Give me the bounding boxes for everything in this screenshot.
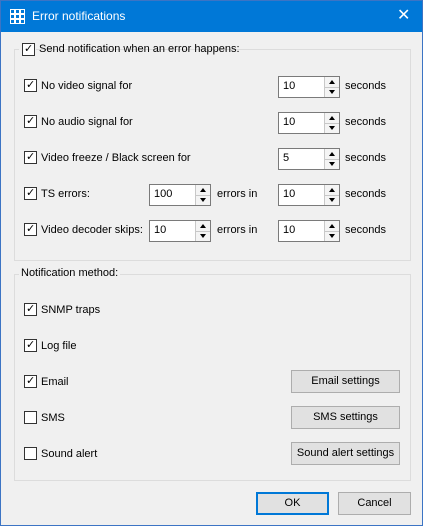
spin-down-icon[interactable] bbox=[196, 195, 210, 205]
grid-icon bbox=[10, 9, 25, 24]
decoder-skips-checkbox[interactable]: ✓ bbox=[24, 222, 37, 236]
checkmark-icon: ✓ bbox=[26, 150, 36, 163]
ts-errors-count-spinner[interactable]: 100 bbox=[149, 184, 211, 206]
no-audio-checkbox[interactable]: ✓ bbox=[24, 114, 37, 128]
checkmark-icon: ✓ bbox=[26, 78, 36, 91]
spinner-value: 10 bbox=[283, 116, 296, 128]
spin-down-icon[interactable] bbox=[325, 195, 339, 205]
spinner-value: 100 bbox=[154, 188, 173, 200]
sound-alert-checkbox[interactable] bbox=[24, 447, 37, 460]
spinner-value: 10 bbox=[283, 80, 296, 92]
checkmark-icon: ✓ bbox=[26, 302, 36, 315]
spinner-value: 10 bbox=[283, 188, 296, 200]
seconds-label: seconds bbox=[345, 152, 386, 164]
spin-down-icon[interactable] bbox=[325, 159, 339, 169]
sound-alert-label: Sound alert bbox=[41, 448, 98, 460]
decoder-skips-count-spinner[interactable]: 10 bbox=[149, 220, 211, 242]
video-freeze-checkbox[interactable]: ✓ bbox=[24, 150, 37, 164]
spin-down-icon[interactable] bbox=[325, 231, 339, 241]
checkmark-icon: ✓ bbox=[26, 374, 36, 387]
no-audio-seconds-spinner[interactable]: 10 bbox=[278, 112, 340, 134]
email-label: Email bbox=[41, 376, 69, 388]
spinner-value: 10 bbox=[154, 224, 167, 236]
notification-method-legend: Notification method: bbox=[19, 267, 121, 279]
checkmark-icon: ✓ bbox=[26, 114, 36, 127]
cancel-button[interactable]: Cancel bbox=[338, 492, 411, 515]
email-settings-button[interactable]: Email settings bbox=[291, 370, 400, 393]
sms-label: SMS bbox=[41, 412, 65, 424]
no-video-seconds-spinner[interactable]: 10 bbox=[278, 76, 340, 98]
seconds-label: seconds bbox=[345, 224, 386, 236]
checkmark-icon: ✓ bbox=[26, 338, 36, 351]
checkmark-icon: ✓ bbox=[26, 186, 36, 199]
video-freeze-label: Video freeze / Black screen for bbox=[41, 152, 191, 164]
window-title: Error notifications bbox=[32, 9, 126, 23]
ts-errors-seconds-spinner[interactable]: 10 bbox=[278, 184, 340, 206]
spinner-value: 5 bbox=[283, 152, 290, 164]
send-notification-checkbox[interactable]: ✓ bbox=[22, 42, 35, 56]
checkmark-icon: ✓ bbox=[24, 42, 34, 55]
spin-down-icon[interactable] bbox=[325, 87, 339, 97]
video-freeze-seconds-spinner[interactable]: 5 bbox=[278, 148, 340, 170]
errors-in-label: errors in bbox=[217, 224, 258, 236]
no-video-checkbox[interactable]: ✓ bbox=[24, 78, 37, 92]
seconds-label: seconds bbox=[345, 80, 386, 92]
snmp-label: SNMP traps bbox=[41, 304, 101, 316]
email-checkbox[interactable]: ✓ bbox=[24, 374, 37, 388]
sound-alert-settings-button[interactable]: Sound alert settings bbox=[291, 442, 400, 465]
spinner-value: 10 bbox=[283, 224, 296, 236]
sms-settings-button[interactable]: SMS settings bbox=[291, 406, 400, 429]
sms-checkbox[interactable] bbox=[24, 411, 37, 424]
log-file-label: Log file bbox=[41, 340, 77, 352]
decoder-skips-seconds-spinner[interactable]: 10 bbox=[278, 220, 340, 242]
decoder-skips-label: Video decoder skips: bbox=[41, 224, 143, 236]
ts-errors-checkbox[interactable]: ✓ bbox=[24, 186, 37, 200]
dialog-window: Error notifications ✕ ✓ Send notificatio… bbox=[0, 0, 423, 526]
send-notification-label: Send notification when an error happens: bbox=[39, 43, 240, 55]
seconds-label: seconds bbox=[345, 116, 386, 128]
title-bar[interactable]: Error notifications ✕ bbox=[1, 1, 422, 32]
snmp-checkbox[interactable]: ✓ bbox=[24, 302, 37, 316]
seconds-label: seconds bbox=[345, 188, 386, 200]
log-file-checkbox[interactable]: ✓ bbox=[24, 338, 37, 352]
ts-errors-label: TS errors: bbox=[41, 188, 90, 200]
checkmark-icon: ✓ bbox=[26, 222, 36, 235]
close-icon: ✕ bbox=[397, 7, 411, 24]
spin-down-icon[interactable] bbox=[196, 231, 210, 241]
no-audio-label: No audio signal for bbox=[41, 116, 133, 128]
ok-button[interactable]: OK bbox=[256, 492, 329, 515]
spin-down-icon[interactable] bbox=[325, 123, 339, 133]
no-video-label: No video signal for bbox=[41, 80, 133, 92]
close-button[interactable]: ✕ bbox=[384, 1, 422, 32]
errors-in-label: errors in bbox=[217, 188, 258, 200]
